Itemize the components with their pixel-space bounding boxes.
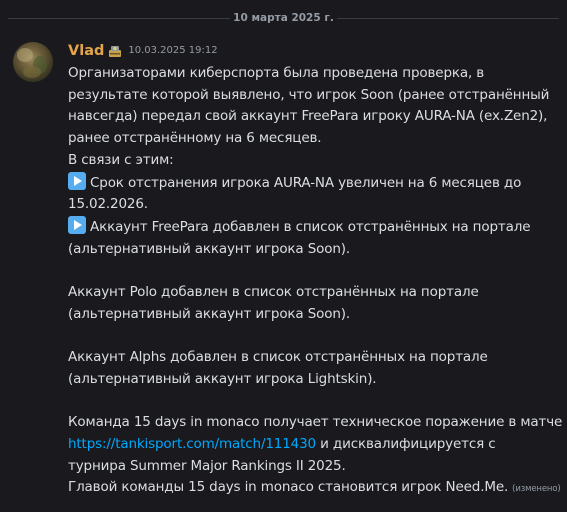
message-line: Команда 15 days in monaco получает техни…: [68, 414, 563, 431]
message-line: 15.02.2026.: [68, 196, 148, 213]
message-line: Организаторами киберспорта была проведен…: [68, 65, 485, 81]
play-button-icon: [68, 171, 86, 190]
message-text: Главой команды 15 days in monaco станови…: [68, 479, 509, 496]
chat-message: Vlad 10.03.2025 19:12 Организаторами киб…: [0, 40, 567, 512]
date-divider: 10 марта 2025 г.: [0, 10, 567, 26]
match-link[interactable]: https://tankisport.com/match/111430: [68, 436, 316, 452]
moderator-badge-icon[interactable]: [108, 43, 122, 57]
message-line: (альтернативный аккаунт игрока Soon).: [68, 305, 350, 322]
message-text: и дисквалифицируется с: [316, 435, 496, 452]
message-line: Аккаунт Alphs добавлен в список отстранё…: [68, 349, 488, 366]
message-line: Срок отстранения игрока AURA-NA увеличен…: [68, 171, 560, 195]
message-line: https://tankisport.com/match/111430 и ди…: [68, 434, 560, 456]
message-line: Аккаунт FreePara добавлен в список отстр…: [68, 215, 560, 239]
author-name[interactable]: Vlad: [68, 43, 104, 59]
message-line: навсегда) передал свой аккаунт FreePara …: [68, 108, 548, 125]
message-line: результате которой выявлено, что игрок S…: [68, 86, 550, 103]
message-timestamp[interactable]: 10.03.2025 19:12: [128, 45, 217, 56]
message-content: Организаторами киберспорта была проведен…: [68, 63, 563, 501]
bullet-text: Аккаунт FreePara добавлен в список отстр…: [90, 218, 531, 235]
divider-line-left: [8, 18, 230, 19]
avatar[interactable]: [13, 42, 53, 82]
message-header: Vlad 10.03.2025 19:12: [68, 40, 218, 62]
edited-label: (изменено): [512, 484, 561, 495]
bullet-text: Срок отстранения игрока AURA-NA увеличен…: [90, 174, 522, 191]
message-line: Аккаунт Polo добавлен в список отстранён…: [68, 284, 479, 301]
message-line: (альтернативный аккаунт игрока Lightskin…: [68, 370, 377, 387]
message-line: Главой команды 15 days in monaco станови…: [68, 477, 561, 501]
message-line: турнира Summer Major Rankings II 2025.: [68, 457, 346, 474]
message-line: ранее отстранённому на 6 месяцев.: [68, 130, 322, 147]
date-divider-label: 10 марта 2025 г.: [233, 12, 334, 24]
message-line: (альтернативный аккаунт игрока Soon).: [68, 240, 350, 257]
message-line: В связи с этим:: [68, 151, 174, 168]
divider-line-right: [337, 18, 559, 19]
play-button-icon: [68, 215, 86, 234]
